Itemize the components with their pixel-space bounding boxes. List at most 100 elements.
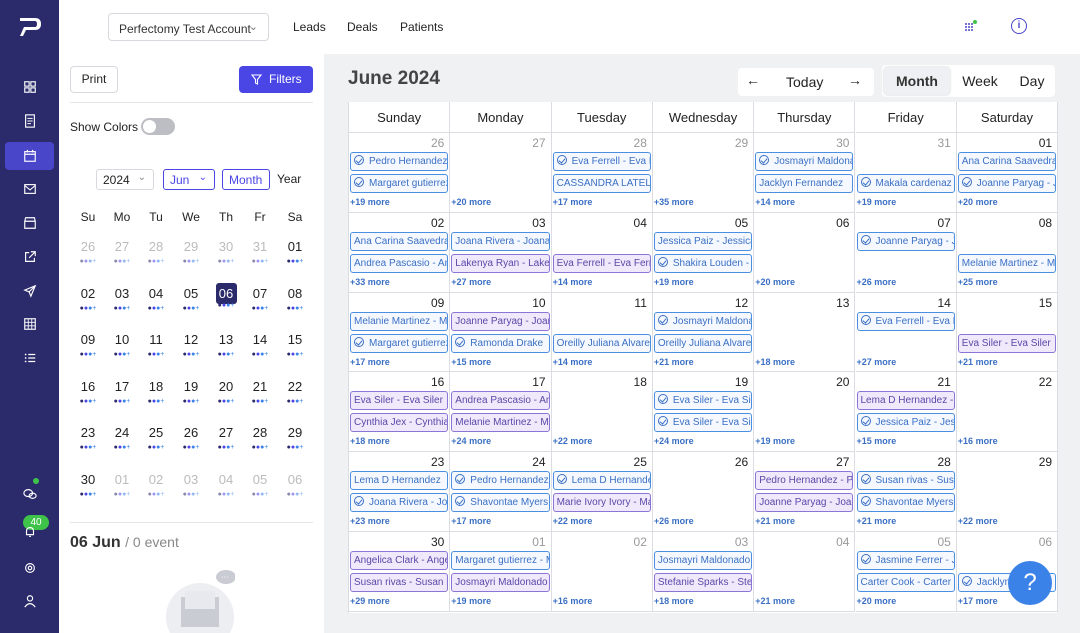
day-cell[interactable]: 14 Eva Ferrell - Eva Ferrell - BBL +27 mor… [855,292,957,373]
calendar-event[interactable]: Stefanie Sparks - Stefanie Sparks - BBL [653,573,753,592]
month-select[interactable]: Jun ⌄ [163,169,215,190]
calendar-event[interactable]: Margaret gutierrez [350,333,449,353]
calendar-event[interactable]: Marie Ivory Ivory - Marie Ivory - BBL/Ar… [552,493,651,513]
mini-calendar-day[interactable]: 26 ●●●+ [174,425,208,451]
more-events-link[interactable]: +23 more [350,516,390,526]
more-events-link[interactable]: +33 more [350,277,390,287]
day-cell[interactable]: 24 Pedro Hernandez Shavontae Myers +17 more [450,452,552,532]
view-day-button[interactable]: Day [1010,67,1054,95]
more-events-link[interactable]: +18 more [350,436,390,446]
send-icon[interactable] [0,277,59,305]
more-events-link[interactable]: +20 more [755,277,795,287]
calendar-event[interactable]: Joanne Paryag - Joanne Paryag - BBL [856,231,955,251]
mini-calendar-day[interactable]: 04 ●●●+ [209,472,243,498]
calendar-event[interactable]: Joanne Paryag - Joanne Paryag - BBL/ C [451,311,550,331]
mini-calendar-day[interactable]: 05 ●●●+ [174,286,208,312]
calendar-event[interactable]: Ana Carina Saavedra [957,152,1057,171]
day-cell[interactable]: 26 +26 more [652,452,755,532]
more-events-link[interactable]: +20 more [451,197,491,207]
mini-calendar-day[interactable]: 17 ●●●+ [105,379,139,405]
view-month-toggle[interactable]: Month [222,169,270,190]
app-logo[interactable] [17,14,43,40]
calendar-event[interactable]: Ana Carina Saavedra [350,231,449,251]
nav-leads[interactable]: Leads [293,20,326,34]
mini-calendar-day[interactable]: 28 ●●●+ [243,425,277,451]
day-cell[interactable]: 04 Eva Ferrell - Eva Ferrell - BBL +14 mor… [551,212,653,293]
more-events-link[interactable]: +26 more [654,516,694,526]
calendar-event[interactable]: Josmayri Maldonado - Josmayri maldonado [653,551,753,570]
calendar-event[interactable]: Cynthia Jex - Cynthia [350,413,449,433]
more-events-link[interactable]: +16 more [553,596,593,606]
external-link-icon[interactable] [0,243,59,271]
calendar-event[interactable]: Lema D Hernandez [350,471,449,491]
day-cell[interactable]: 28 Susan rivas - Susan rivas - BBL Shavont… [855,452,957,532]
day-cell[interactable]: 16 Eva Siler - Eva Siler Cynthia Jex - Cyn… [349,372,451,453]
more-events-link[interactable]: +19 more [350,197,390,207]
view-month-button[interactable]: Month [884,67,950,95]
day-cell[interactable]: 06 +20 more [754,212,856,293]
calendar-icon[interactable] [5,142,54,170]
mini-calendar-day[interactable]: 18 ●●●+ [139,379,173,405]
calendar-event[interactable]: Josmayri Maldonado - Josmayri maldonado [755,152,854,171]
mini-calendar-day[interactable]: 24 ●●●+ [105,425,139,451]
calendar-event[interactable]: Joanne Paryag - Joanne [957,174,1057,193]
day-cell[interactable]: 13 +18 more [754,292,856,373]
calendar-event[interactable]: Angelica Clark - Angelica [350,551,449,570]
mini-calendar-day[interactable]: 28 ●●●+ [139,239,173,265]
calendar-event[interactable]: Carter Cook - Carter [856,573,955,592]
mini-calendar-day[interactable]: 23 ●●●+ [71,425,105,451]
mini-calendar-day[interactable]: 22 ●●●+ [278,379,312,405]
mini-calendar-day[interactable]: 02 ●●●+ [139,472,173,498]
calendar-event[interactable]: Shakira Louden - Shakira Louden - $ [653,253,753,273]
calendar-event[interactable]: Pedro Hernandez - test deal1 [350,152,449,171]
day-cell[interactable]: 20 +19 more [754,372,856,453]
calendar-event[interactable]: Jessica Paiz - Jessica Paiz - BBL [856,413,955,433]
calendar-event[interactable]: Margaret gutierrez - Margaret - TT + BA [451,551,550,570]
mini-calendar-day[interactable]: 01 ●●●+ [278,239,312,265]
today-button[interactable]: Today [786,74,823,90]
more-events-link[interactable]: +18 more [654,596,694,606]
apps-grid-icon[interactable] [964,20,978,34]
more-events-link[interactable]: +15 more [451,357,491,367]
day-cell[interactable]: 21 Lema D Hernandez - Lema D Hernandez Jes… [855,372,957,453]
day-cell[interactable]: 07 Joanne Paryag - Joanne Paryag - BBL +26… [855,212,957,293]
more-events-link[interactable]: +27 more [857,357,897,367]
day-cell[interactable]: 26 Pedro Hernandez - test deal1 Margaret g… [349,133,451,213]
settings-icon[interactable] [0,554,59,582]
more-events-link[interactable]: +17 more [958,596,998,606]
day-cell[interactable]: 12 Josmayri Maldonado - Josmayri maldonad… [652,292,755,373]
day-cell[interactable]: 25 Lema D Hernandez - Lema D Hernandez Mar… [551,452,653,532]
day-cell[interactable]: 30 Josmayri Maldonado - Josmayri maldonad… [754,133,856,213]
day-cell[interactable]: 18 +22 more [551,372,653,453]
day-cell[interactable]: 02 +16 more [551,532,653,612]
more-events-link[interactable]: +24 more [654,436,694,446]
show-colors-toggle[interactable] [141,118,175,135]
calendar-event[interactable]: Shavontae Myers - Shavontae Myers [856,493,955,513]
info-icon[interactable]: i [1011,18,1027,34]
calendar-event[interactable]: Lema D Hernandez - Lema D Hernandez [552,471,651,491]
more-events-link[interactable]: +17 more [553,197,593,207]
mini-calendar-day[interactable]: 07 ●●●+ [243,286,277,312]
calendar-event[interactable]: Melanie Martinez - Melanie Martinez - BI [451,413,550,433]
filters-button[interactable]: Filters [239,66,313,93]
arrow-left-icon[interactable]: ← [746,72,760,88]
mini-calendar-day[interactable]: 14 ●●●+ [243,332,277,358]
mini-calendar-day[interactable]: 29 ●●●+ [278,425,312,451]
more-events-link[interactable]: +24 more [451,436,491,446]
mini-calendar-day[interactable]: 13 ●●●+ [209,332,243,358]
help-button[interactable]: ? [1008,561,1052,605]
calendar-event[interactable]: Eva Ferrell - Eva Ferrell - BBL [552,253,651,273]
day-cell[interactable]: 29 +22 more [956,452,1059,532]
bell-icon[interactable] [0,518,59,546]
calendar-event[interactable]: Eva Siler - Eva Siler - BBL [653,391,753,411]
calendar-event[interactable]: Oreilly Juliana Alvarez Oreilly - Oreill… [552,333,651,353]
calendar-event[interactable]: Melanie Martinez - Melanie [350,311,449,331]
day-cell[interactable]: 01 Margaret gutierrez - Margaret - TT + B… [450,532,552,612]
list-icon[interactable] [0,344,59,372]
day-cell[interactable]: 02 Ana Carina Saavedra Andrea Pascasio - A… [349,212,451,293]
mini-calendar-day[interactable]: 03 ●●●+ [174,472,208,498]
day-cell[interactable]: 01 Ana Carina Saavedra Joanne Paryag - Joa… [956,133,1059,213]
calendar-event[interactable]: Joanne Paryag - Joanne [755,493,854,513]
calendar-event[interactable]: Lema D Hernandez - Lema D Hernandez [856,391,955,411]
more-events-link[interactable]: +16 more [958,436,998,446]
